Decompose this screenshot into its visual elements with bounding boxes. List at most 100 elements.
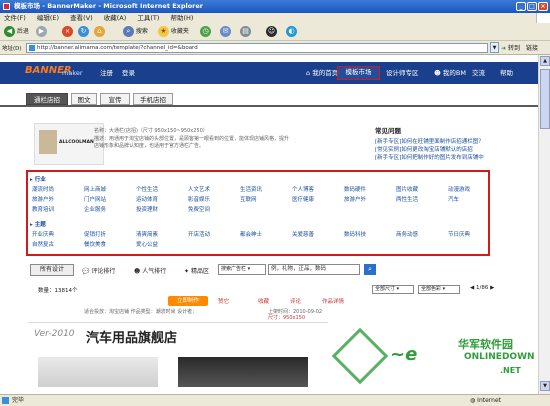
scroll-down-arrow[interactable]: ▼	[540, 381, 550, 391]
menu-edit[interactable]: 编辑(E)	[37, 14, 59, 22]
scroll-up-arrow[interactable]: ▲	[540, 56, 550, 66]
filter-item[interactable]: 两性生活	[396, 196, 418, 204]
menu-tools[interactable]: 工具(T)	[137, 14, 159, 22]
tab-mobile-header[interactable]: 手机店招	[133, 93, 173, 105]
filter-item[interactable]: 自然复古	[32, 241, 54, 249]
filter-item[interactable]: 互联网	[240, 196, 257, 204]
common-issue-item[interactable]: [新手专区]如何在旺铺里面制作店招通栏图？	[375, 138, 525, 146]
like-button[interactable]: 赞它	[218, 297, 229, 305]
filter-item[interactable]: 人文艺术	[188, 186, 210, 194]
window-titlebar: 模板市场 - BannerMaker - Microsoft Internet …	[0, 0, 550, 13]
menu-view[interactable]: 查看(V)	[70, 14, 93, 22]
filter-item[interactable]: 节日庆典	[448, 231, 470, 239]
size-select[interactable]: 全部尺寸 ▾	[372, 285, 414, 294]
tab-promo[interactable]: 宣传	[100, 93, 130, 105]
login-link[interactable]: 登录	[122, 68, 135, 78]
menu-file[interactable]: 文件(F)	[4, 14, 26, 22]
all-designs-button[interactable]: 所有设计	[30, 264, 74, 276]
go-button[interactable]: ➜ 转到	[501, 43, 520, 52]
close-button[interactable]: ×	[538, 2, 548, 11]
common-issue-item[interactable]: [新手专区]如何把制作好的图片发布到店铺中	[375, 154, 525, 162]
color-select[interactable]: 全部色彩 ▾	[418, 285, 460, 294]
filter-item[interactable]: 运动体育	[136, 196, 158, 204]
pagination[interactable]: ◀ 1/86 ▶	[470, 285, 494, 291]
print-button[interactable]: ▤	[240, 26, 251, 38]
filter-item[interactable]: 个人博客	[292, 186, 314, 194]
refresh-button[interactable]: ↻	[78, 26, 89, 38]
maximize-button[interactable]: □	[527, 2, 537, 11]
filter-item[interactable]: 汽车	[448, 196, 459, 204]
filter-item[interactable]: 医疗健康	[292, 196, 314, 204]
filter-item[interactable]: 企业服务	[84, 206, 106, 214]
filter-item[interactable]: 都会绅士	[240, 231, 262, 239]
home-button[interactable]: ⌂	[94, 26, 105, 38]
filter-item[interactable]: 开业庆典	[32, 231, 54, 239]
filter-item[interactable]: 关爱慈善	[292, 231, 314, 239]
star-icon: ★	[158, 26, 169, 37]
common-issue-item[interactable]: [常见实例]如何更改淘宝店铺默认的店招	[375, 146, 525, 154]
forward-button[interactable]: ▶	[36, 26, 47, 38]
filter-item[interactable]: 动漫游戏	[448, 186, 470, 194]
nav-my-bm[interactable]: ☻ 我的BM	[434, 68, 466, 78]
tab-image-text[interactable]: 图文	[71, 93, 97, 105]
address-label: 地址(D)	[2, 46, 22, 52]
filter-item[interactable]: 数码科技	[344, 231, 366, 239]
filter-item[interactable]: 开店活动	[188, 231, 210, 239]
comment-button[interactable]: 评论	[290, 297, 301, 305]
menu-favorites[interactable]: 收藏(A)	[104, 14, 127, 22]
filter-item[interactable]: 网上商城	[84, 186, 106, 194]
address-input[interactable]: http://banner.alimama.com/template/?chan…	[26, 43, 488, 53]
make-now-button[interactable]: 立即制作	[168, 296, 208, 306]
filter-item[interactable]: 教育培训	[32, 206, 54, 214]
filter-item[interactable]: 个性生活	[136, 186, 158, 194]
search-button[interactable]: ⌕ 搜索	[123, 26, 148, 38]
filter-item[interactable]: 清爽简素	[136, 231, 158, 239]
category-tabs: 通栏店招 图文 宣传 手机店招	[0, 89, 550, 107]
filter-item[interactable]: 潮流时尚	[32, 186, 54, 194]
history-button[interactable]: ◷	[200, 26, 211, 38]
sort-by-popularity[interactable]: ☻ 人气排行	[134, 266, 166, 275]
search-submit-button[interactable]: ⌕	[364, 264, 376, 275]
qq-button[interactable]: ◐	[286, 26, 297, 38]
register-link[interactable]: 注册	[100, 68, 113, 78]
filter-item[interactable]: 旅游户外	[344, 196, 366, 204]
mail-button[interactable]: ✉	[220, 26, 231, 38]
filter-item[interactable]: 餐饮美食	[84, 241, 106, 249]
address-dropdown[interactable]: ▼	[490, 42, 499, 53]
favorites-button[interactable]: ★ 收藏夹	[158, 26, 189, 38]
filter-item[interactable]: 爱心公益	[136, 241, 158, 249]
search-input[interactable]: 例，礼物，正品，数码	[268, 264, 360, 275]
filter-item[interactable]: 商务动感	[396, 231, 418, 239]
filter-item[interactable]: 旅游户外	[32, 196, 54, 204]
menu-help[interactable]: 帮助(H)	[171, 14, 194, 22]
car-image	[38, 357, 158, 387]
filter-item[interactable]: 生活资讯	[240, 186, 262, 194]
filter-item[interactable]: 免费空间	[188, 206, 210, 214]
nav-template-market[interactable]: 模板市场	[337, 66, 380, 80]
filter-item[interactable]: 影音娱乐	[188, 196, 210, 204]
address-bar: 地址(D) http://banner.alimama.com/template…	[0, 41, 550, 55]
nav-designer-zone[interactable]: 设计师专区	[386, 68, 419, 78]
filter-item[interactable]: 投资理财	[136, 206, 158, 214]
featured-area[interactable]: ✦ 精品区	[184, 266, 209, 275]
search-scope-select[interactable]: 搜索广告栏 ▾	[218, 264, 266, 275]
back-button[interactable]: ◀ 后退	[4, 26, 29, 38]
scroll-thumb[interactable]	[540, 69, 550, 129]
nav-community[interactable]: 交流	[472, 68, 485, 78]
links-label[interactable]: 链接	[526, 43, 538, 52]
vertical-scrollbar[interactable]: ▲ ▼	[538, 55, 550, 394]
nav-home[interactable]: ⌂ 我的首页	[306, 68, 338, 78]
sort-by-comments[interactable]: 💬 评论排行	[82, 266, 115, 275]
minimize-button[interactable]: _	[516, 2, 526, 11]
stop-button[interactable]: ×	[62, 26, 73, 38]
favorite-button[interactable]: 收藏	[258, 297, 269, 305]
filter-item[interactable]: 促销打折	[84, 231, 106, 239]
nav-help[interactable]: 帮助	[500, 68, 513, 78]
messenger-button[interactable]: ☺	[266, 26, 277, 38]
filter-item[interactable]: 图片收藏	[396, 186, 418, 194]
tab-banner-header[interactable]: 通栏店招	[26, 93, 68, 105]
filter-item[interactable]: 门户网站	[84, 196, 106, 204]
filter-item[interactable]: 数码硬件	[344, 186, 366, 194]
ad-preview[interactable]: Ver-2010 汽车用品旗舰店	[28, 322, 328, 392]
details-button[interactable]: 作品详情	[322, 297, 344, 305]
